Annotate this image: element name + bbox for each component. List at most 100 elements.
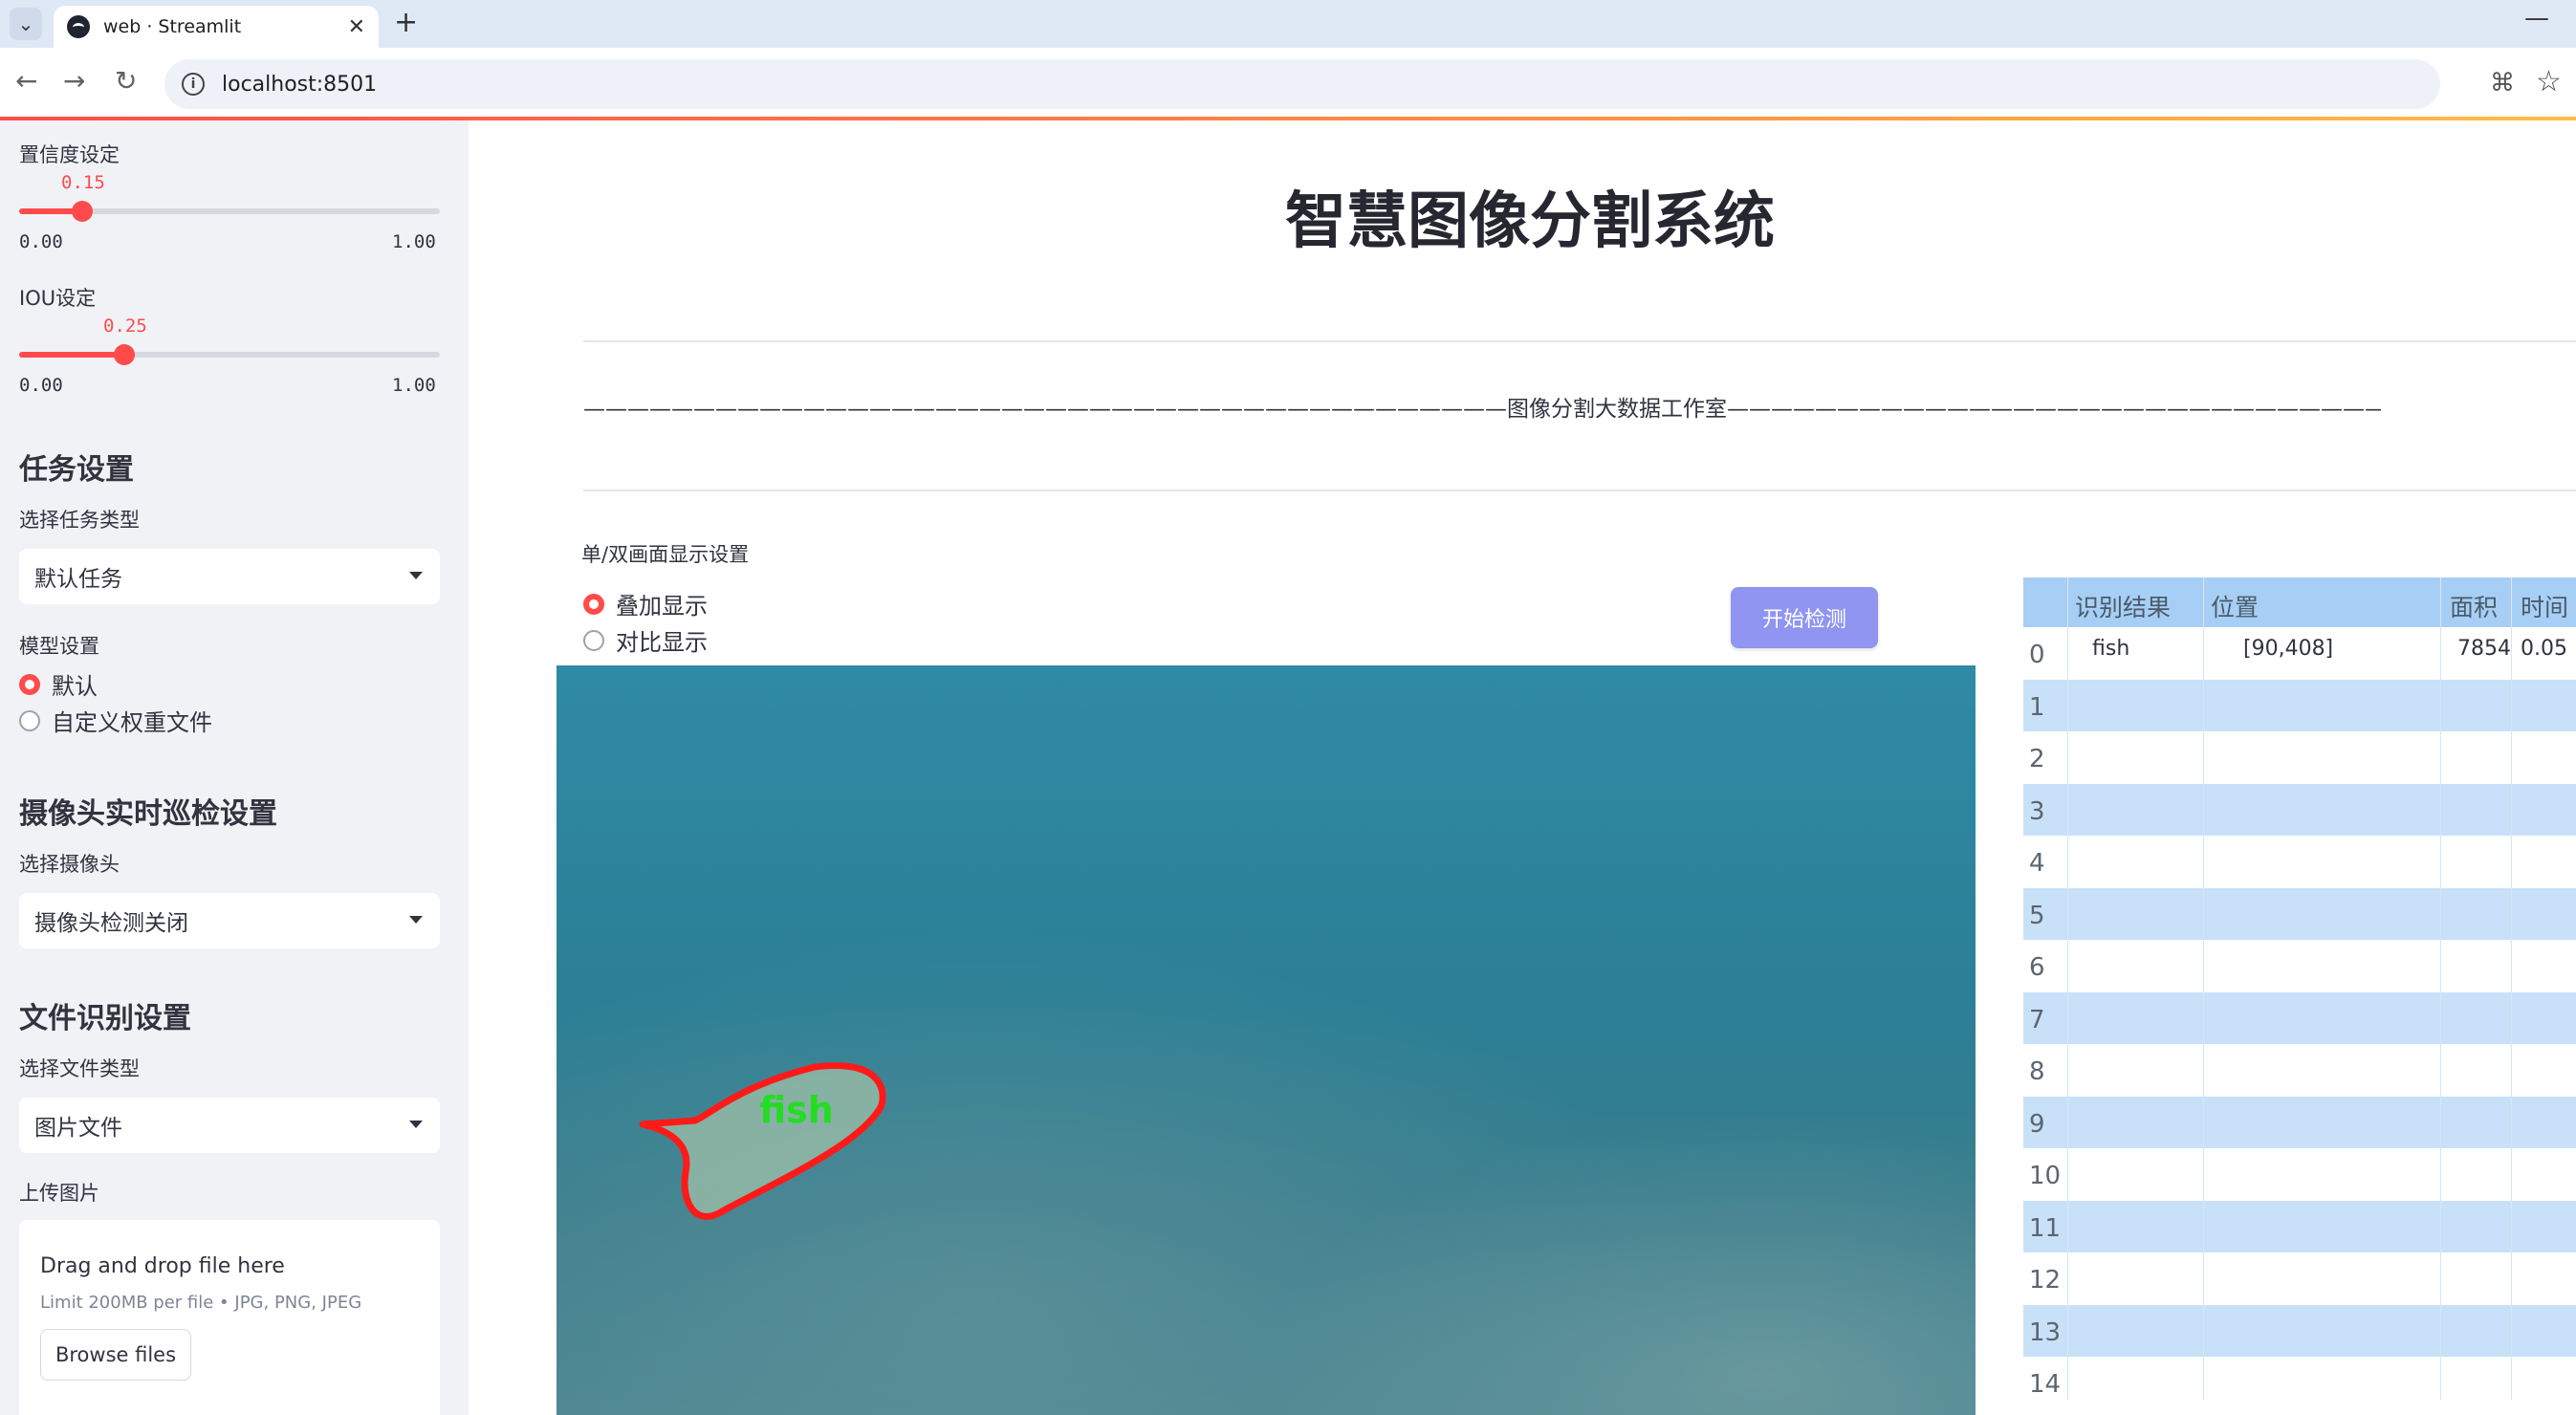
display-option-label: 叠加显示 <box>616 593 708 620</box>
display-option-overlay[interactable]: 叠加显示 <box>583 587 708 620</box>
row-index: 6 <box>2029 953 2045 982</box>
table-row[interactable]: 4 <box>2023 836 2576 888</box>
forward-arrow-icon[interactable]: → <box>63 65 85 97</box>
detection-image: fish <box>557 665 1976 1415</box>
radio-selected-icon <box>583 593 604 615</box>
cell-area: 7854 <box>2457 637 2511 661</box>
url-field[interactable]: i localhost:8501 <box>164 59 2440 109</box>
radio-selected-icon <box>19 673 40 695</box>
camera-select[interactable]: 摄像头检测关闭 <box>19 893 440 948</box>
iou-label: IOU设定 <box>19 287 97 310</box>
bookmark-star-icon[interactable]: ☆ <box>2536 65 2562 98</box>
browser-tab[interactable]: web · Streamlit ✕ <box>54 6 379 48</box>
site-info-icon[interactable]: i <box>182 73 205 96</box>
task-type-label: 选择任务类型 <box>19 509 140 532</box>
column-divider <box>2203 577 2204 1400</box>
cell-position: [90,408] <box>2243 637 2334 661</box>
table-row[interactable]: 7 <box>2023 991 2576 1044</box>
chevron-down-icon <box>409 572 423 579</box>
table-row[interactable]: 9 <box>2023 1096 2576 1148</box>
row-index: 10 <box>2029 1162 2062 1190</box>
display-option-compare[interactable]: 对比显示 <box>583 623 708 657</box>
reload-icon[interactable]: ↻ <box>115 65 137 97</box>
row-index: 11 <box>2029 1213 2062 1243</box>
table-row[interactable]: 6 <box>2023 940 2576 992</box>
row-index: 4 <box>2029 849 2045 878</box>
table-row[interactable]: 11 <box>2023 1200 2576 1252</box>
table-header: 识别结果 位置 面积 时间 <box>2023 577 2576 627</box>
page-title: 智慧图像分割系统 <box>1285 186 1775 257</box>
task-type-value: 默认任务 <box>34 567 122 592</box>
start-detection-button[interactable]: 开始检测 <box>1731 587 1878 648</box>
confidence-min: 0.00 <box>19 231 63 252</box>
dropzone-limit: Limit 200MB per file • JPG, PNG, JPEG <box>40 1293 362 1313</box>
main-content: 智慧图像分割系统 ———————————————————————————————… <box>469 120 2576 1415</box>
table-row[interactable]: 5 <box>2023 887 2576 940</box>
row-index: 3 <box>2029 796 2045 826</box>
url-text: localhost:8501 <box>222 72 378 97</box>
upload-label: 上传图片 <box>19 1182 99 1205</box>
cell-time: 0.05 <box>2521 637 2567 661</box>
model-option-default[interactable]: 默认 <box>19 667 98 701</box>
column-divider <box>2511 577 2512 1400</box>
underwater-scene: fish <box>557 665 1976 1415</box>
column-header-time: 时间 <box>2521 594 2569 621</box>
dropzone-title: Drag and drop file here <box>40 1254 285 1278</box>
row-index: 8 <box>2029 1057 2045 1086</box>
column-header-area: 面积 <box>2450 594 2499 621</box>
table-row[interactable]: 2 <box>2023 731 2576 784</box>
table-row[interactable]: 8 <box>2023 1044 2576 1097</box>
table-row[interactable]: 3 <box>2023 783 2576 836</box>
task-type-select[interactable]: 默认任务 <box>19 549 440 604</box>
file-type-value: 图片文件 <box>34 1116 122 1141</box>
model-settings-label: 模型设置 <box>19 635 99 658</box>
iou-min: 0.00 <box>19 375 63 396</box>
fish-mask-label: fish <box>759 1089 834 1131</box>
new-tab-plus-icon[interactable]: + <box>394 6 418 39</box>
column-divider <box>2067 577 2068 1400</box>
camera-value: 摄像头检测关闭 <box>34 911 188 936</box>
iou-slider[interactable] <box>19 344 440 365</box>
confidence-label: 置信度设定 <box>19 143 120 166</box>
back-arrow-icon[interactable]: ← <box>15 65 37 97</box>
column-divider <box>2440 577 2441 1400</box>
iou-slider-fill <box>19 352 124 358</box>
row-index: 5 <box>2029 901 2045 930</box>
browse-files-button[interactable]: Browse files <box>40 1329 191 1381</box>
display-mode-label: 单/双画面显示设置 <box>581 543 750 566</box>
column-header-result: 识别结果 <box>2075 594 2172 621</box>
confidence-max: 1.00 <box>392 231 436 252</box>
table-row[interactable]: 10 <box>2023 1148 2576 1201</box>
divider <box>583 340 2576 342</box>
chevron-down-icon <box>409 1121 423 1128</box>
table-row[interactable]: 13 <box>2023 1304 2576 1357</box>
file-settings-heading: 文件识别设置 <box>19 1002 191 1035</box>
window-minimize-icon[interactable]: — <box>2524 4 2549 33</box>
translate-icon[interactable]: ⌘ <box>2490 69 2515 98</box>
tab-close-icon[interactable]: ✕ <box>348 15 365 39</box>
table-row[interactable]: 0 fish [90,408] 7854 0.05 <box>2023 627 2576 680</box>
task-settings-heading: 任务设置 <box>19 453 134 487</box>
model-option-custom[interactable]: 自定义权重文件 <box>19 704 212 737</box>
row-index: 0 <box>2029 641 2045 669</box>
confidence-slider-thumb[interactable] <box>72 201 93 222</box>
iou-slider-thumb[interactable] <box>114 344 135 365</box>
tab-list-dropdown-icon[interactable]: ⌄ <box>10 8 42 40</box>
camera-settings-heading: 摄像头实时巡检设置 <box>19 797 277 831</box>
model-option-label: 自定义权重文件 <box>52 709 212 736</box>
confidence-slider[interactable] <box>19 201 440 222</box>
file-type-select[interactable]: 图片文件 <box>19 1098 440 1153</box>
browser-addressbar: ← → ↻ i localhost:8501 ⌘ ☆ <box>0 48 2576 117</box>
divider <box>583 490 2576 491</box>
file-dropzone[interactable]: Drag and drop file here Limit 200MB per … <box>19 1220 440 1415</box>
table-row[interactable]: 1 <box>2023 679 2576 731</box>
table-row[interactable]: 12 <box>2023 1252 2576 1305</box>
streamlit-favicon-icon <box>67 15 90 38</box>
row-index: 9 <box>2029 1109 2045 1139</box>
row-index: 7 <box>2029 1005 2045 1034</box>
studio-subtitle: ————————————————————————————————————————… <box>583 397 2381 422</box>
column-header-position: 位置 <box>2211 594 2259 621</box>
camera-label: 选择摄像头 <box>19 853 120 876</box>
table-row[interactable]: 14 <box>2023 1357 2576 1409</box>
radio-unselected-icon <box>583 629 604 651</box>
